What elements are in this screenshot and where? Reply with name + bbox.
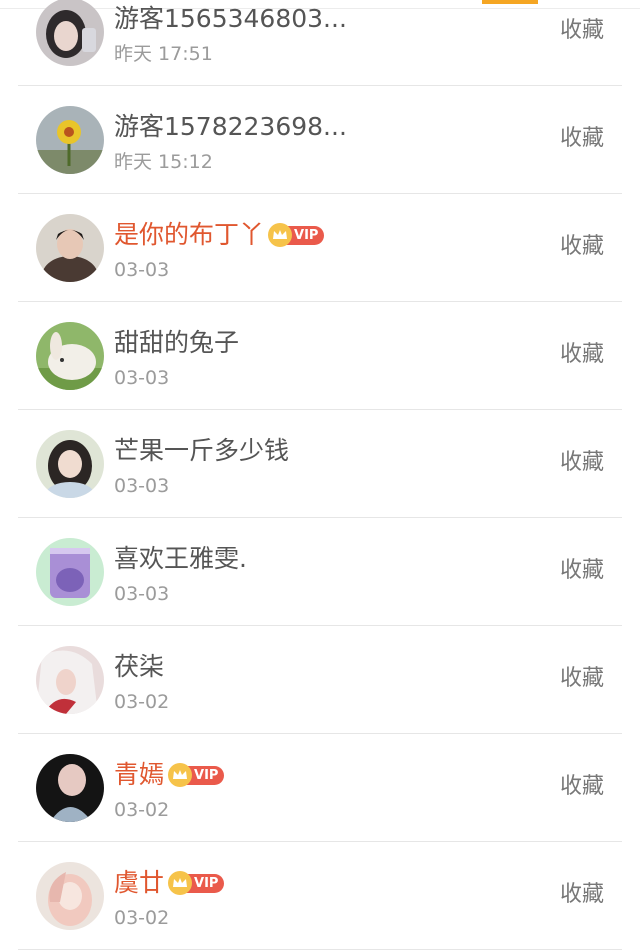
user-name[interactable]: 游客1565346803... [114, 2, 347, 36]
favorite-button[interactable]: 收藏 [560, 232, 604, 262]
vip-badge: VIP [168, 763, 225, 787]
list-item[interactable]: 虞廿 VIP 03-02 收藏 [0, 842, 640, 950]
vip-badge: VIP [168, 871, 225, 895]
list-item[interactable]: 游客1565346803... 昨天 17:51 收藏 [0, 0, 640, 86]
user-name[interactable]: 甜甜的兔子 [114, 326, 239, 360]
favorite-button[interactable]: 收藏 [560, 556, 604, 586]
avatar[interactable] [36, 754, 104, 822]
avatar[interactable] [36, 214, 104, 282]
timestamp: 昨天 17:51 [114, 43, 213, 65]
list-item[interactable]: 甜甜的兔子 03-03 收藏 [0, 302, 640, 410]
list-item[interactable]: 喜欢王雅雯. 03-03 收藏 [0, 518, 640, 626]
user-list: 游客1565346803... 昨天 17:51 收藏 游客1578223698… [0, 0, 640, 950]
vip-badge: VIP [268, 223, 325, 247]
timestamp: 03-03 [114, 259, 170, 281]
avatar[interactable] [36, 106, 104, 174]
user-name[interactable]: 游客1578223698... [114, 110, 347, 144]
timestamp: 03-03 [114, 583, 170, 605]
avatar[interactable] [36, 0, 104, 66]
crown-icon [168, 763, 193, 787]
list-item[interactable]: 是你的布丁丫 VIP 03-03 收藏 [0, 194, 640, 302]
crown-icon [168, 871, 193, 895]
timestamp: 03-02 [114, 907, 170, 929]
favorite-button[interactable]: 收藏 [560, 664, 604, 694]
favorite-button[interactable]: 收藏 [560, 448, 604, 478]
user-name[interactable]: 虞廿 [114, 866, 164, 900]
crown-icon [268, 223, 293, 247]
list-item[interactable]: 青嫣 VIP 03-02 收藏 [0, 734, 640, 842]
user-name[interactable]: 是你的布丁丫 [114, 218, 264, 252]
timestamp: 03-02 [114, 691, 170, 713]
user-name[interactable]: 青嫣 [114, 758, 164, 792]
timestamp: 03-03 [114, 367, 170, 389]
avatar[interactable] [36, 430, 104, 498]
user-name[interactable]: 茯柒 [114, 650, 164, 684]
avatar[interactable] [36, 322, 104, 390]
avatar[interactable] [36, 862, 104, 930]
timestamp: 03-02 [114, 799, 170, 821]
favorite-button[interactable]: 收藏 [560, 772, 604, 802]
timestamp: 昨天 15:12 [114, 151, 213, 173]
avatar[interactable] [36, 646, 104, 714]
favorite-button[interactable]: 收藏 [560, 340, 604, 370]
favorite-button[interactable]: 收藏 [560, 880, 604, 910]
favorite-button[interactable]: 收藏 [560, 16, 604, 46]
list-item[interactable]: 芒果一斤多少钱 03-03 收藏 [0, 410, 640, 518]
list-item[interactable]: 游客1578223698... 昨天 15:12 收藏 [0, 86, 640, 194]
timestamp: 03-03 [114, 475, 170, 497]
avatar[interactable] [36, 538, 104, 606]
user-name[interactable]: 芒果一斤多少钱 [114, 434, 289, 468]
user-name[interactable]: 喜欢王雅雯. [114, 542, 247, 576]
favorite-button[interactable]: 收藏 [560, 124, 604, 154]
list-item[interactable]: 茯柒 03-02 收藏 [0, 626, 640, 734]
